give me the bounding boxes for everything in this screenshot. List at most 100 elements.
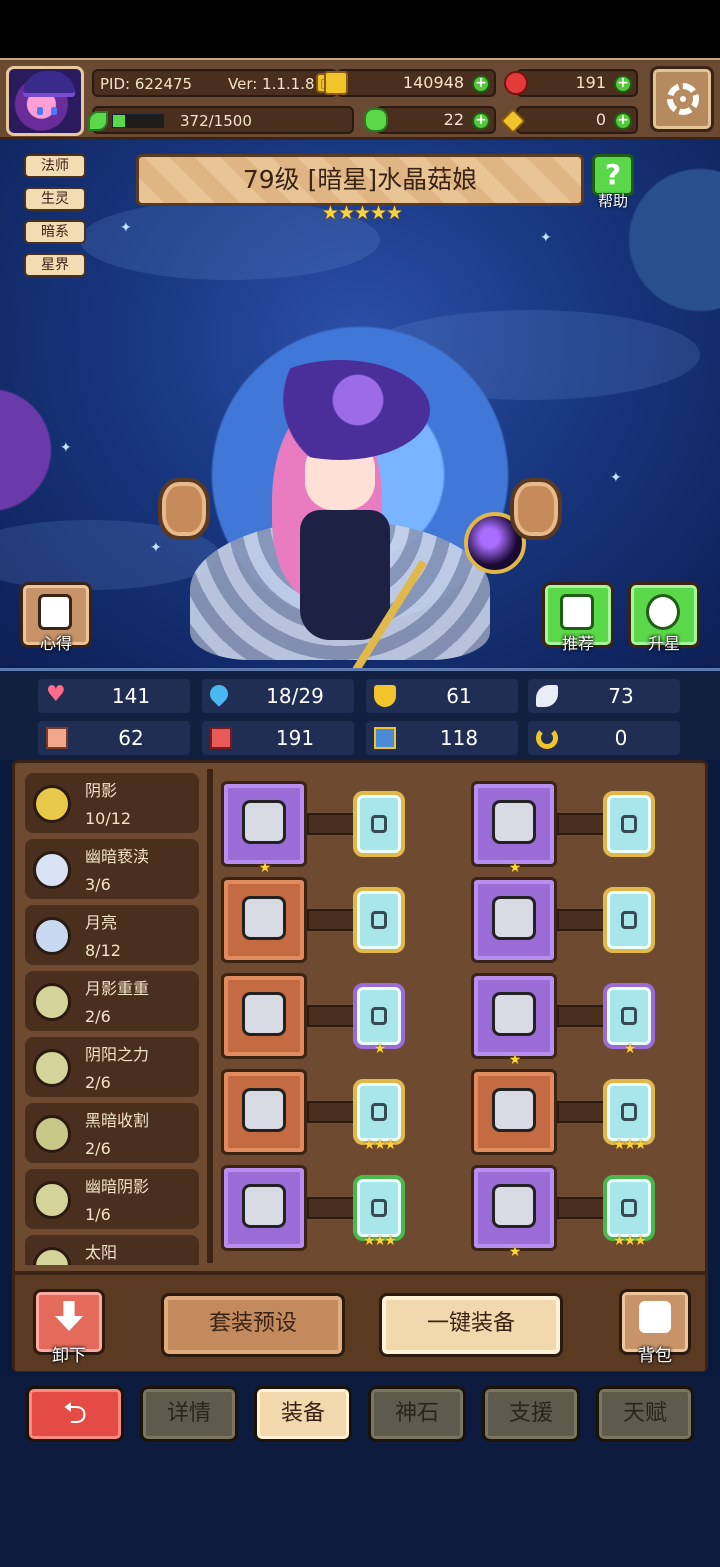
equipment-slot-weapon[interactable]: ★: [221, 781, 307, 876]
armor-icon: [492, 896, 536, 940]
equipment-slot-ring-dark[interactable]: [471, 1069, 557, 1155]
rune-stars: ★★★: [613, 1233, 647, 1249]
moon-icon: [33, 983, 71, 1021]
tab-details[interactable]: 详情: [140, 1386, 238, 1442]
settings-button[interactable]: [650, 66, 714, 132]
equipment-slot-boots[interactable]: ★: [471, 1165, 557, 1260]
equipment-slot-gloves[interactable]: ★: [471, 973, 557, 1068]
socket-link: [307, 909, 355, 931]
bag-button[interactable]: 背包: [619, 1289, 691, 1366]
equipment-slot-amulet[interactable]: [221, 1069, 307, 1155]
equipment-slot-helmet[interactable]: ★: [471, 781, 557, 876]
unload-label: 卸下: [52, 1346, 86, 1366]
horseshoe-icon: [536, 727, 558, 749]
rune-slot[interactable]: ★: [353, 983, 405, 1057]
hero-title: 79级 [暗星]水晶菇娘: [136, 154, 584, 206]
equipment-panel: 阴影 10/12 幽暗亵渎 3/6 月亮 8/12 月影重重 2/6 阴阳之力: [12, 760, 708, 1372]
boots-icon: [492, 1184, 536, 1228]
rune-stars: ★: [373, 1041, 387, 1057]
experience-bar-fill: [113, 115, 126, 127]
hero-sprite-dress: [300, 510, 390, 640]
notes-button[interactable]: 心得: [20, 582, 92, 656]
stat-magic: 191: [202, 721, 354, 755]
bag-label: 背包: [638, 1346, 672, 1366]
weapon-icon: [242, 800, 286, 844]
equipment-slot-dagger[interactable]: [221, 877, 307, 963]
set-item[interactable]: 幽暗阴影 1/6: [25, 1169, 199, 1229]
rune-slot[interactable]: [603, 887, 655, 953]
recommend-button[interactable]: 推荐: [542, 582, 614, 656]
moon-icon: [33, 851, 71, 889]
red-gem-icon: [504, 71, 528, 95]
key-counter: 0 +: [500, 106, 638, 134]
add-gem-button[interactable]: +: [614, 75, 632, 93]
tab-divine-stone[interactable]: 神石: [368, 1386, 466, 1442]
stat-luck: 0: [528, 721, 680, 755]
rune-glyph-icon: [621, 1199, 637, 1217]
set-item[interactable]: 阴阳之力 2/6: [25, 1037, 199, 1097]
equip-all-button[interactable]: 一键装备: [379, 1293, 563, 1357]
rune-slot[interactable]: [353, 887, 405, 953]
equipment-stars: ★: [508, 1244, 522, 1260]
tag-race[interactable]: 生灵: [24, 187, 86, 211]
rune-slot[interactable]: [353, 791, 405, 857]
tab-talent[interactable]: 天赋: [596, 1386, 694, 1442]
moon-icon: [33, 785, 71, 823]
next-hero-button[interactable]: [510, 478, 562, 540]
tab-support[interactable]: 支援: [482, 1386, 580, 1442]
equipment-actions: 卸下 套装预设 一键装备 背包: [15, 1271, 705, 1371]
tab-equipment[interactable]: 装备: [254, 1386, 352, 1442]
rune-slot[interactable]: ★★★: [603, 1079, 655, 1153]
key-amount: 0: [595, 110, 606, 129]
set-bonus-list[interactable]: 阴影 10/12 幽暗亵渎 3/6 月亮 8/12 月影重重 2/6 阴阳之力: [25, 773, 205, 1265]
stat-armor: 118: [366, 721, 518, 755]
fist-icon: [46, 727, 68, 749]
helmet-icon: [492, 800, 536, 844]
gold-coin-icon: [324, 71, 348, 95]
recommend-label: 推荐: [561, 634, 594, 653]
previous-hero-button[interactable]: [158, 478, 210, 540]
rune-stars: ★★★: [363, 1137, 397, 1153]
set-preset-button[interactable]: 套装预设: [161, 1293, 345, 1357]
set-item[interactable]: 阴影 10/12: [25, 773, 199, 833]
equipment-slot-necklace[interactable]: [221, 973, 307, 1059]
upgrade-star-button[interactable]: 升星: [628, 582, 700, 656]
set-item[interactable]: 月影重重 2/6: [25, 971, 199, 1031]
unload-button[interactable]: 卸下: [33, 1289, 105, 1366]
add-gold-button[interactable]: +: [472, 75, 490, 93]
rune-slot[interactable]: [603, 791, 655, 857]
gold-amount: 140948: [402, 73, 464, 92]
tag-class[interactable]: 法师: [24, 154, 86, 178]
set-item[interactable]: 月亮 8/12: [25, 905, 199, 965]
set-item[interactable]: 黑暗收割 2/6: [25, 1103, 199, 1163]
rune-glyph-icon: [371, 1103, 387, 1121]
set-item[interactable]: 幽暗亵渎 3/6: [25, 839, 199, 899]
rune-stars: ★★★: [613, 1137, 647, 1153]
stat-health: ♥ 141: [38, 679, 190, 713]
gem-amount: 191: [575, 73, 606, 92]
rune-glyph-icon: [371, 911, 387, 929]
back-button[interactable]: ⮌: [26, 1386, 124, 1442]
player-avatar[interactable]: [6, 66, 84, 136]
rune-slot[interactable]: ★★★: [603, 1175, 655, 1249]
tag-element[interactable]: 暗系: [24, 220, 86, 244]
rune-slot[interactable]: ★★★: [353, 1175, 405, 1249]
equipment-stars: ★: [258, 860, 272, 876]
help-button[interactable]: ? 帮助: [588, 154, 638, 210]
add-key-button[interactable]: +: [614, 112, 632, 130]
help-label: 帮助: [597, 192, 628, 210]
add-clover-button[interactable]: +: [472, 112, 490, 130]
rune-slot[interactable]: ★★★: [353, 1079, 405, 1153]
bottom-tab-bar: ⮌ 详情 装备 神石 支援 天赋: [0, 1376, 720, 1567]
armor-icon: [374, 727, 396, 749]
set-item[interactable]: 太阳: [25, 1235, 199, 1265]
eclipse-icon: [33, 1115, 71, 1153]
tag-realm[interactable]: 星界: [24, 253, 86, 277]
mana-drop-icon: [206, 681, 232, 707]
equipment-slot-armor[interactable]: [471, 877, 557, 963]
rune-slot[interactable]: ★: [603, 983, 655, 1057]
equipment-slot-ring[interactable]: [221, 1165, 307, 1251]
gear-icon: [667, 83, 699, 115]
spellbook-icon: [210, 727, 232, 749]
socket-link: [557, 813, 605, 835]
